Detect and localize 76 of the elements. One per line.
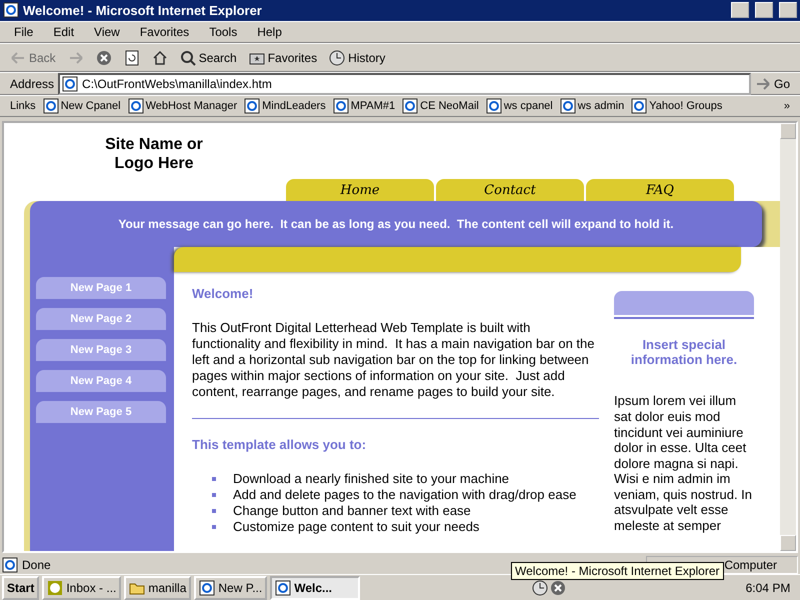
taskbar-button[interactable]: manilla <box>124 576 192 600</box>
list-item: Download a nearly finished site to your machine <box>233 471 510 488</box>
forward-arrow-icon <box>754 76 771 92</box>
link-item[interactable]: MindLeaders <box>244 98 326 114</box>
link-item[interactable]: ws admin <box>560 98 624 114</box>
more-links-button[interactable]: » <box>784 100 790 112</box>
toolbar-button[interactable] <box>96 50 112 66</box>
ie-page-icon <box>128 98 144 114</box>
refresh-icon <box>124 50 140 66</box>
window-title: Welcome! - Microsoft Internet Explorer <box>23 2 263 18</box>
bullet-icon <box>212 525 216 530</box>
address-label: Address <box>10 76 54 91</box>
home-icon <box>152 50 168 66</box>
links-label: Links <box>10 100 36 112</box>
site-logo-text: Site Name or Logo Here <box>104 135 204 174</box>
ie-page-icon <box>3 2 19 18</box>
close-button[interactable] <box>779 2 797 18</box>
bullet-icon <box>212 493 216 498</box>
toolbar-button[interactable]: Search <box>180 50 237 66</box>
list-item: Add and delete pages to the navigation with drag/drop ease <box>233 487 576 504</box>
menu-item[interactable]: File <box>10 22 38 41</box>
ie-page-icon <box>402 98 418 114</box>
nav-tab[interactable]: Home <box>286 179 434 202</box>
list-item: Customize page content to suit your needs <box>233 519 480 536</box>
link-item[interactable]: CE NeoMail <box>402 98 479 114</box>
go-button[interactable]: Go <box>754 76 790 92</box>
nav-tab[interactable]: FAQ <box>586 179 734 202</box>
link-item[interactable]: New Cpanel <box>42 98 121 114</box>
taskbar-button[interactable]: Welc... <box>270 576 360 600</box>
search-icon <box>180 50 196 66</box>
tooltip: Welcome! - Microsoft Internet Explorer <box>511 562 724 580</box>
menu-item[interactable]: Edit <box>49 22 78 41</box>
ie-page-icon <box>42 98 59 114</box>
minimize-button[interactable] <box>731 2 749 18</box>
stop-icon <box>550 580 566 596</box>
side-paragraph: Ipsum lorem vei illum sat dolor euis mod tincidunt vei auminiure dolor in esse. Ulta ceet dolore magna si napi. Wisi e nim admin im veniam, quis nostrud. In atsvulpate velt esse meleste at semper <box>614 393 754 534</box>
link-item[interactable]: Yahoo! Groups <box>631 98 722 114</box>
stop-icon <box>96 50 112 66</box>
menu-item[interactable]: View <box>90 22 124 41</box>
ie-page-icon <box>332 98 349 114</box>
menu-item[interactable]: Favorites <box>136 22 194 41</box>
section-heading: This template allows you to: <box>192 437 368 454</box>
list-item: Change button and banner text with ease <box>233 503 471 520</box>
nav-tab[interactable]: Contact <box>436 179 584 202</box>
taskbar-button[interactable]: New P... <box>194 576 268 600</box>
message-banner: Your message can go here. It can be as long as you need. The content cell will expand to hold it. <box>30 201 762 248</box>
toolbar-button[interactable] <box>152 50 168 66</box>
clock-time: 6:04 PM <box>744 580 792 595</box>
forward-arrow-icon <box>68 50 84 66</box>
link-item[interactable]: WebHost Manager <box>128 98 238 114</box>
page-heading: Welcome! <box>192 286 254 302</box>
link-item[interactable]: MPAM#1 <box>332 98 396 114</box>
back-arrow-icon <box>10 50 26 66</box>
intro-paragraph: This OutFront Digital Letterhead Web Template is built with functionality and flexibility in mind. It has a main navigation bar on the left and a horizontal sub navigation bar on the top for linking between pages within major sections of information on your site. Just add content, rearrange pages, and rename pages to build your site. <box>192 320 596 400</box>
menu-item[interactable]: Tools <box>205 22 242 41</box>
menu-item[interactable]: Help <box>253 22 286 41</box>
side-heading: Insert special information here. <box>630 337 738 368</box>
address-field[interactable]: C:\OutFrontWebs\manilla\index.htm <box>58 72 751 95</box>
bullet-icon <box>212 477 216 482</box>
ie-page-icon <box>631 98 648 114</box>
ie-page-icon <box>199 580 216 596</box>
start-button[interactable]: Start <box>2 576 40 600</box>
ie-page-icon <box>244 98 260 114</box>
ie-page-icon <box>62 76 78 92</box>
ie-page-icon <box>486 98 502 114</box>
taskbar-button[interactable]: Inbox - ... <box>42 576 122 600</box>
toolbar-button[interactable]: Favorites <box>248 50 318 66</box>
toolbar-button[interactable]: History <box>329 50 386 66</box>
restore-button[interactable] <box>755 2 773 18</box>
ie-page-icon <box>560 98 576 114</box>
toolbar-button[interactable] <box>124 50 140 66</box>
scrollbar[interactable] <box>780 123 796 552</box>
ie-page-icon <box>275 580 292 596</box>
link-item[interactable]: ws cpanel <box>486 98 553 114</box>
bullet-icon <box>212 509 216 514</box>
status-text: Done <box>22 558 51 572</box>
